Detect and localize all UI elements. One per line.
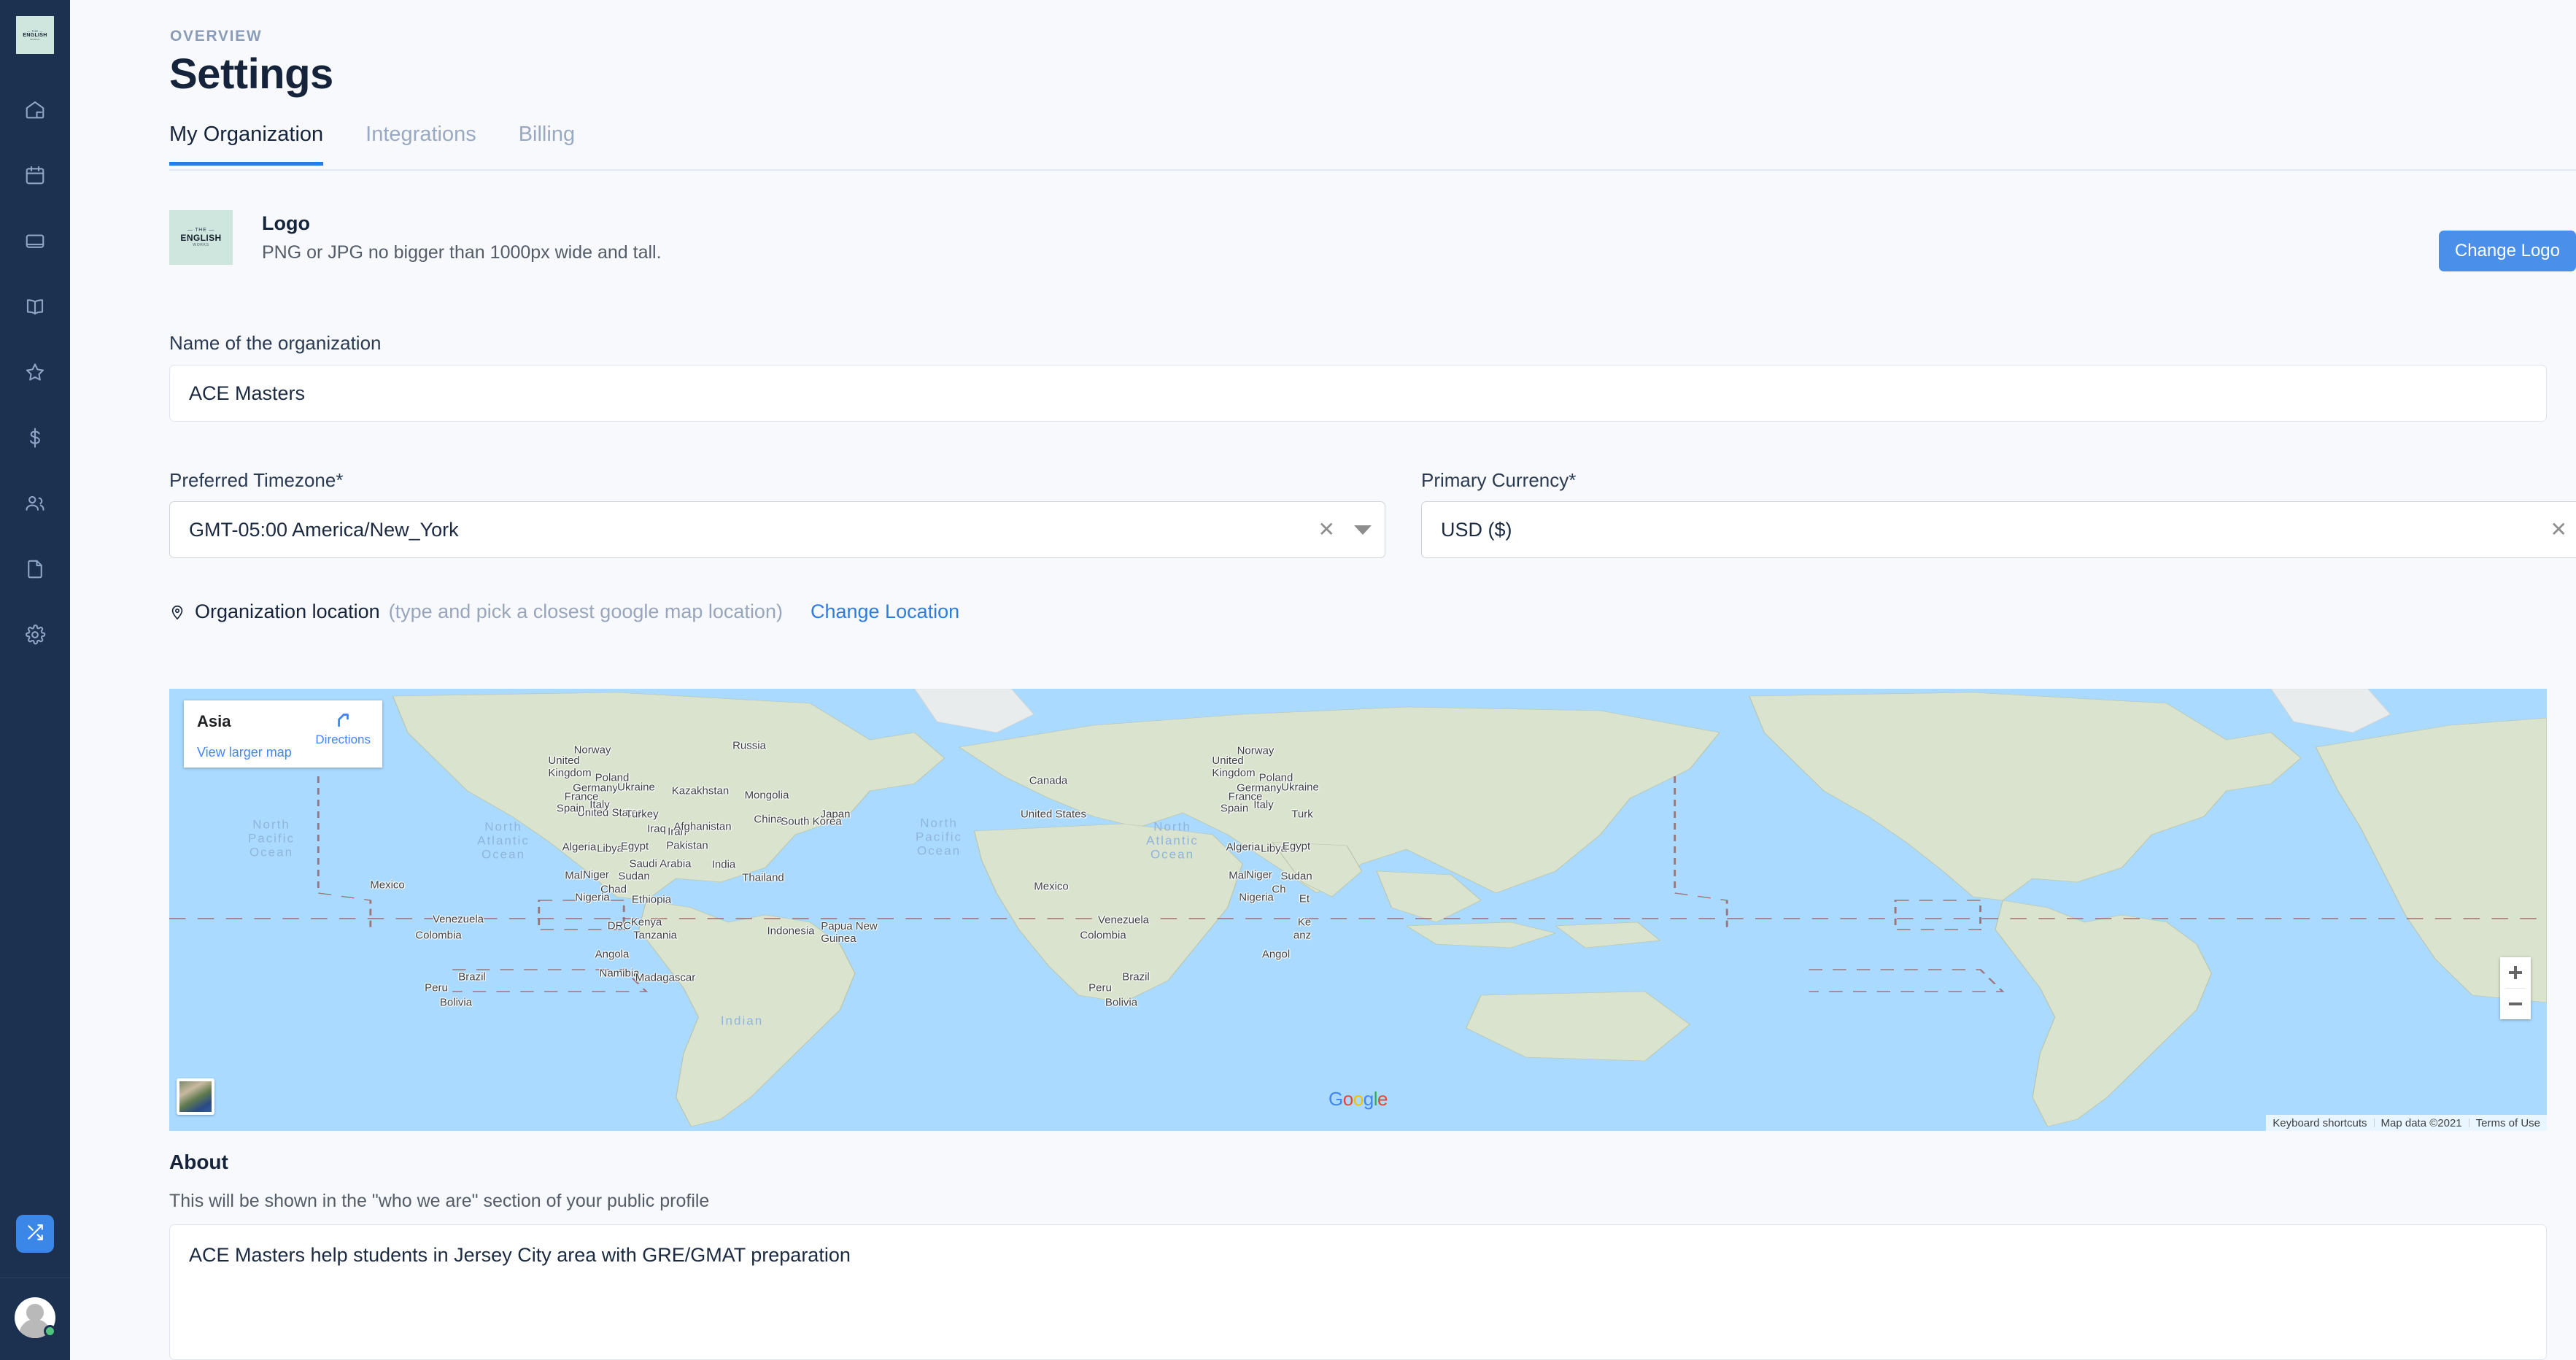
org-logo-line2: ENGLISH xyxy=(180,233,222,243)
sidebar-item-home[interactable] xyxy=(12,88,58,134)
organization-location-hint: (type and pick a closest google map loca… xyxy=(388,600,783,622)
organization-location-label: Organization location xyxy=(195,600,380,622)
sidebar-item-library[interactable] xyxy=(12,285,58,331)
map-data-attribution: Map data ©2021 xyxy=(2380,1116,2462,1129)
tab-billing[interactable]: Billing xyxy=(519,123,575,166)
map-zoom-controls xyxy=(2500,957,2531,1019)
location-pin-icon xyxy=(169,603,185,622)
terms-of-use-link[interactable]: Terms of Use xyxy=(2469,1117,2547,1129)
view-larger-map-link[interactable]: View larger map xyxy=(197,745,292,760)
currency-select[interactable]: USD ($) ✕ xyxy=(1421,501,2576,558)
shuffle-button[interactable] xyxy=(16,1215,54,1253)
sidebar-item-calendar[interactable] xyxy=(12,153,58,200)
dollar-icon xyxy=(24,427,46,452)
users-icon xyxy=(24,492,46,518)
timezone-value: GMT-05:00 America/New_York xyxy=(189,518,459,541)
main-content: OVERVIEW Settings My Organization Integr… xyxy=(70,0,2576,1360)
brand-logo-line3: WORKS xyxy=(30,38,40,41)
map-footer: Keyboard shortcuts Map data ©2021 Terms … xyxy=(2266,1115,2547,1131)
org-logo-line3: WORKS xyxy=(193,243,209,247)
zoom-in-button[interactable] xyxy=(2500,957,2531,988)
logo-hint: PNG or JPG no bigger than 1000px wide an… xyxy=(262,242,662,263)
currency-value: USD ($) xyxy=(1441,518,1512,541)
change-location-link[interactable]: Change Location xyxy=(811,600,959,623)
directions-arrow-icon xyxy=(333,714,352,731)
logo-section-text: Logo PNG or JPG no bigger than 1000px wi… xyxy=(262,212,662,263)
chevron-down-icon[interactable] xyxy=(1354,525,1372,535)
about-hint: This will be shown in the "who we are" s… xyxy=(169,1191,710,1211)
brand-logo-line2: ENGLISH xyxy=(23,33,47,38)
about-textarea[interactable]: ACE Masters help students in Jersey City… xyxy=(169,1224,2547,1360)
breadcrumb: OVERVIEW xyxy=(170,28,263,45)
status-badge xyxy=(44,1325,56,1337)
org-name-input[interactable] xyxy=(169,365,2547,422)
org-logo-line1: — THE — xyxy=(187,228,215,233)
sidebar-item-payments[interactable] xyxy=(12,416,58,463)
about-heading: About xyxy=(169,1151,228,1173)
sidebar-item-favorites[interactable] xyxy=(12,350,58,397)
gear-icon xyxy=(24,624,46,649)
org-name-label: Name of the organization xyxy=(169,332,382,354)
minus-icon xyxy=(2509,1002,2522,1005)
sidebar-item-notebook[interactable] xyxy=(12,219,58,266)
sidebar-brand-logo[interactable]: — THE — ENGLISH WORKS xyxy=(16,16,54,54)
logo-section: — THE — ENGLISH WORKS Logo PNG or JPG no… xyxy=(169,210,2547,265)
open-book-icon xyxy=(24,295,46,321)
timezone-select[interactable]: GMT-05:00 America/New_York ✕ xyxy=(169,501,1385,558)
logo-heading: Logo xyxy=(262,212,310,234)
sidebar-item-settings[interactable] xyxy=(12,613,58,660)
map-satellite-thumbnail[interactable] xyxy=(177,1078,214,1115)
keyboard-shortcuts-link[interactable]: Keyboard shortcuts xyxy=(2266,1117,2373,1129)
organization-location-row: Organization location (type and pick a c… xyxy=(169,600,959,623)
map-directions-label: Directions xyxy=(315,733,371,746)
tab-my-organization[interactable]: My Organization xyxy=(169,123,324,166)
change-logo-button[interactable]: Change Logo xyxy=(2438,231,2576,271)
calendar-icon xyxy=(24,164,46,190)
tab-underline xyxy=(169,169,2576,171)
home-icon xyxy=(24,98,46,124)
google-map[interactable]: North Pacific Ocean North Atlantic Ocean North… xyxy=(169,689,2547,1131)
tab-integrations[interactable]: Integrations xyxy=(365,123,476,166)
sidebar-item-people[interactable] xyxy=(12,482,58,528)
timezone-label: Preferred Timezone* xyxy=(169,469,344,491)
org-logo-preview: — THE — ENGLISH WORKS xyxy=(169,210,233,265)
shuffle-icon xyxy=(26,1223,45,1245)
notebook-icon xyxy=(24,230,46,255)
currency-label: Primary Currency* xyxy=(1421,469,1577,491)
sidebar: — THE — ENGLISH WORKS xyxy=(0,0,70,1360)
close-icon[interactable]: ✕ xyxy=(1318,519,1335,540)
star-icon xyxy=(24,361,46,387)
google-watermark: Google xyxy=(1328,1088,1388,1110)
avatar[interactable] xyxy=(15,1297,56,1338)
close-icon[interactable]: ✕ xyxy=(2550,519,2567,540)
zoom-out-button[interactable] xyxy=(2500,989,2531,1019)
sidebar-footer xyxy=(0,1215,70,1360)
file-icon xyxy=(24,558,46,584)
map-canvas xyxy=(169,689,2547,1131)
sidebar-item-documents[interactable] xyxy=(12,547,58,594)
map-directions-button[interactable]: Directions xyxy=(315,709,371,747)
tab-bar: My Organization Integrations Billing xyxy=(169,123,2576,166)
page-title: Settings xyxy=(169,50,333,98)
app-root: — THE — ENGLISH WORKS OVERVIEW Settings … xyxy=(0,0,2576,1360)
map-info-card[interactable]: Asia Directions View larger map xyxy=(184,700,382,768)
